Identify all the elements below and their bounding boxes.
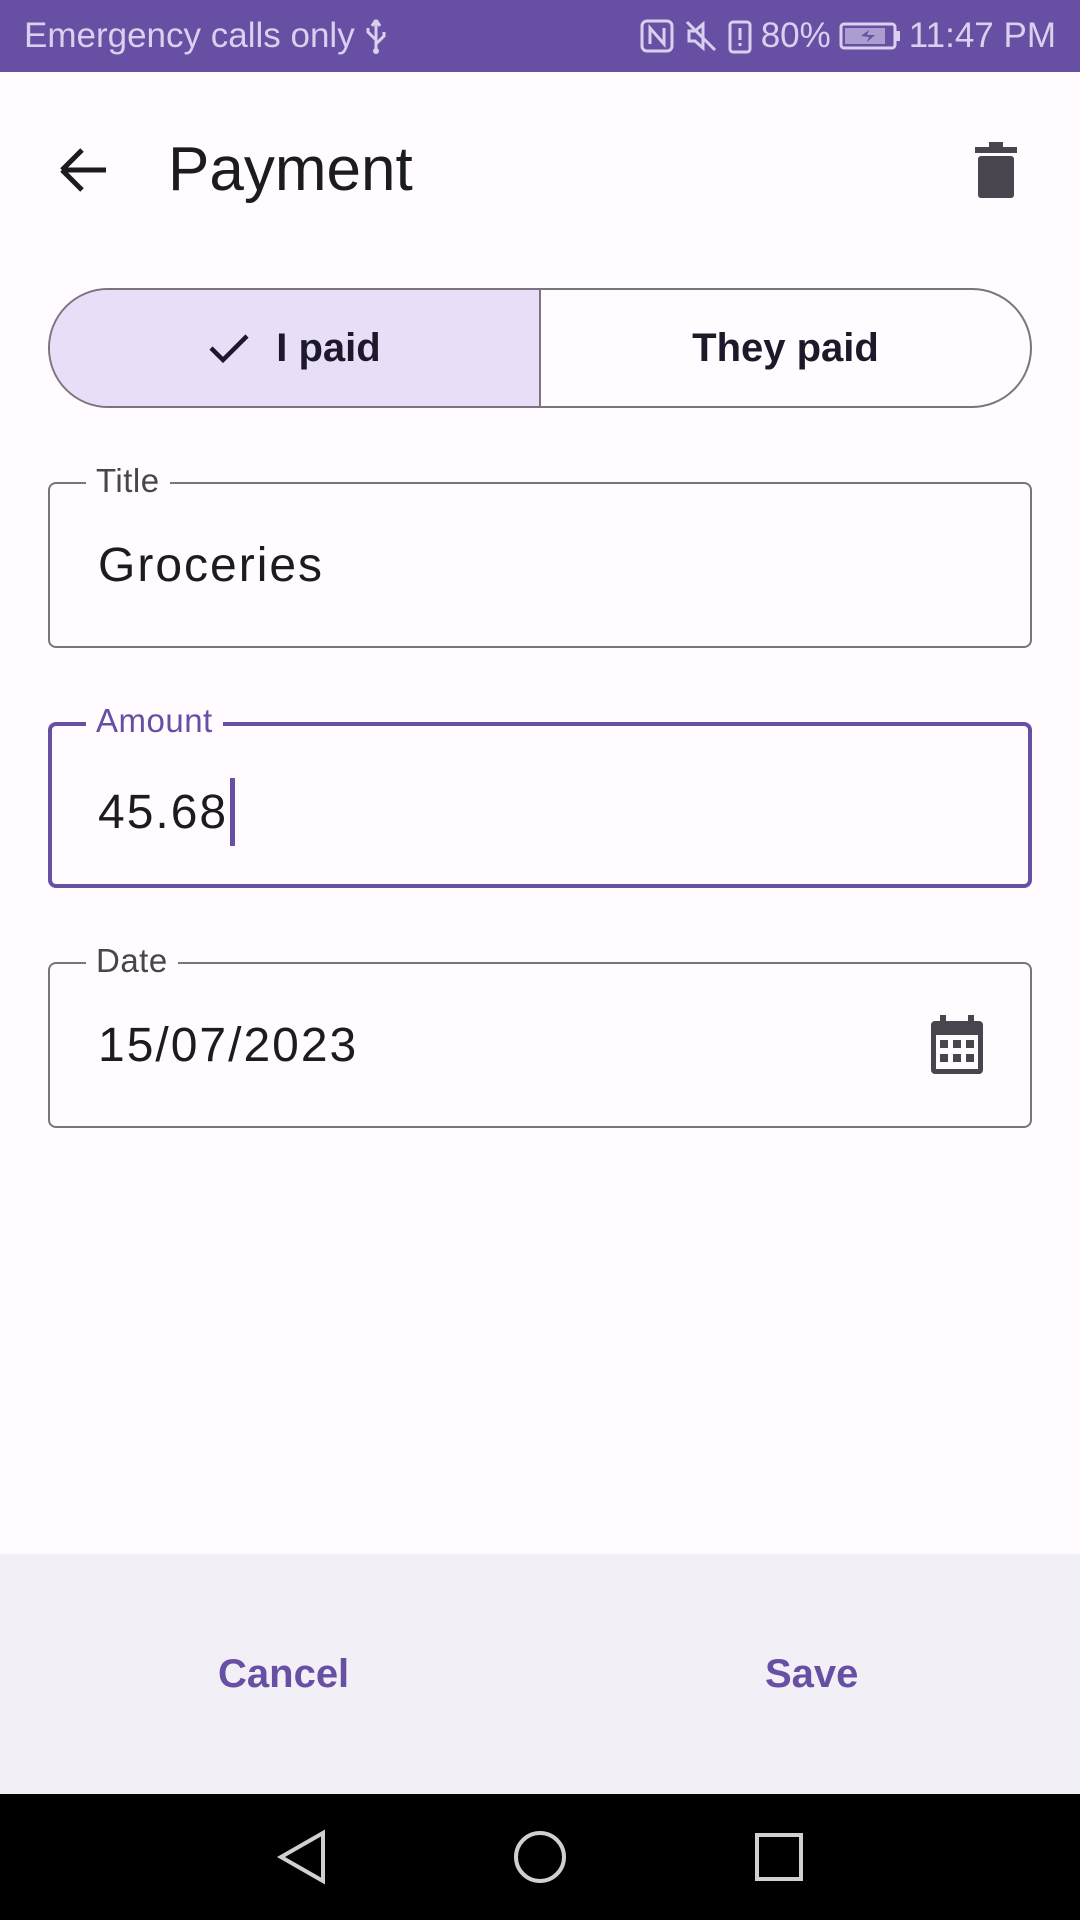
date-field-label: Date [86, 942, 178, 980]
cancel-button[interactable]: Cancel [178, 1634, 389, 1714]
trash-icon [975, 142, 1017, 198]
battery-alert-icon [727, 18, 753, 54]
title-field-value: Groceries [98, 539, 325, 592]
arrow-left-icon [60, 148, 106, 192]
amount-field-value-wrap: 45.68 [98, 778, 236, 846]
nfc-icon [639, 18, 675, 54]
clock: 11:47 PM [908, 16, 1056, 55]
amount-field[interactable]: Amount 45.68 [48, 702, 1032, 888]
save-button[interactable]: Save [725, 1634, 898, 1714]
nav-back-icon [276, 1829, 325, 1885]
amount-field-value: 45.68 [98, 785, 229, 839]
i-paid-option[interactable]: I paid [50, 290, 541, 406]
check-icon [209, 334, 249, 364]
they-paid-label: They paid [692, 325, 879, 370]
status-right: 80% 11:47 PM [639, 16, 1056, 56]
bottom-action-bar: Cancel Save [0, 1554, 1080, 1794]
nav-home-icon [514, 1831, 566, 1883]
delete-button[interactable] [956, 130, 1036, 210]
usb-icon [363, 18, 389, 54]
page-title: Payment [168, 135, 413, 204]
carrier-text: Emergency calls only [24, 16, 355, 55]
battery-charging-icon [839, 21, 901, 51]
title-field[interactable]: Title Groceries [48, 462, 1032, 648]
i-paid-label: I paid [276, 325, 381, 370]
date-field-value: 15/07/2023 [98, 1019, 359, 1072]
status-bar: Emergency calls only 80% 11:47 PM [0, 0, 1080, 72]
nav-recents-button[interactable] [744, 1822, 814, 1892]
status-left: Emergency calls only [24, 16, 389, 56]
back-button[interactable] [44, 130, 124, 210]
app-bar: Payment [0, 72, 1080, 262]
mute-icon [683, 18, 719, 54]
text-cursor [230, 778, 236, 846]
title-field-label: Title [86, 462, 170, 500]
nav-home-button[interactable] [505, 1822, 575, 1892]
date-picker-button[interactable] [922, 1010, 992, 1080]
system-nav-bar [0, 1794, 1080, 1920]
battery-percent: 80% [760, 16, 831, 55]
they-paid-option[interactable]: They paid [541, 290, 1030, 406]
amount-field-label: Amount [86, 702, 223, 740]
payer-toggle: I paid They paid [48, 288, 1032, 408]
nav-recents-icon [755, 1833, 803, 1881]
nav-back-button[interactable] [266, 1822, 336, 1892]
date-field[interactable]: Date 15/07/2023 [48, 942, 1032, 1128]
calendar-icon [931, 1015, 983, 1074]
